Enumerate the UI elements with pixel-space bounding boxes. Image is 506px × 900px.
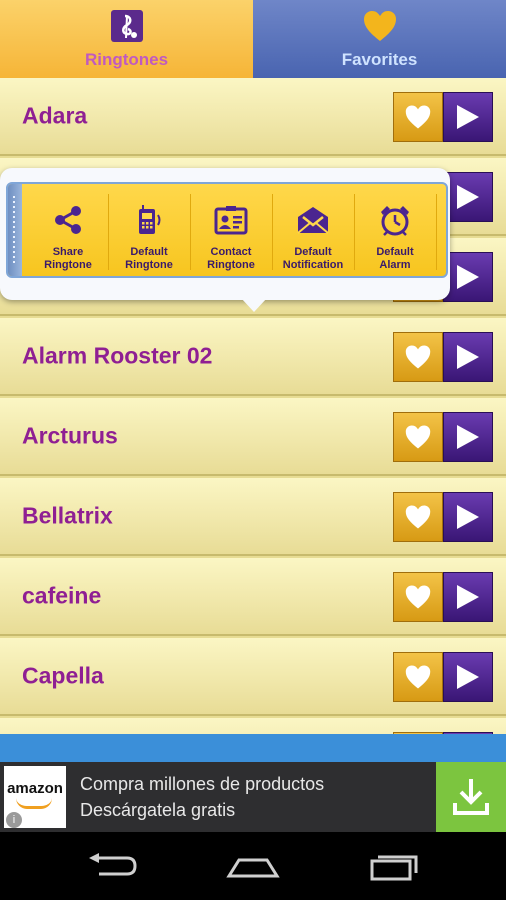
popup-pointer [241, 298, 267, 312]
recents-icon [370, 855, 418, 881]
music-note-icon [109, 8, 145, 44]
heart-icon [405, 105, 431, 129]
heart-icon [405, 505, 431, 529]
list-item[interactable] [0, 718, 506, 734]
tab-favorites[interactable]: Favorites [253, 0, 506, 78]
list-item[interactable]: Bellatrix [0, 478, 506, 556]
play-button[interactable] [443, 412, 493, 462]
favorite-button[interactable] [393, 572, 443, 622]
list-item[interactable]: Capella [0, 638, 506, 716]
play-icon [457, 265, 479, 289]
list-item[interactable]: cafeine [0, 558, 506, 636]
play-button[interactable] [443, 492, 493, 542]
play-button[interactable] [443, 172, 493, 222]
heart-icon [405, 345, 431, 369]
amazon-smile [16, 798, 52, 809]
list-item[interactable]: Arcturus [0, 398, 506, 476]
play-icon [457, 425, 479, 449]
action-label-line2: Notification [282, 259, 344, 271]
ringtone-title: Alarm Rooster 02 [22, 342, 213, 369]
share-icon [51, 204, 85, 236]
action-label-line2: Alarm [379, 259, 411, 271]
ad-banner[interactable]: amazon i Compra millones de productos De… [0, 762, 506, 832]
action-label-line1: Share [52, 246, 84, 258]
ad-subline: Descárgatela gratis [80, 800, 236, 820]
ringtone-title: Bellatrix [22, 502, 113, 529]
scroll-handle[interactable] [8, 184, 22, 276]
action-label-line1: Default [130, 246, 168, 258]
ringtone-title: cafeine [22, 582, 102, 609]
favorite-button[interactable] [393, 652, 443, 702]
action-label-line2: Ringtone [44, 259, 92, 271]
alarm-clock-icon [378, 204, 412, 236]
list-item[interactable]: Adara [0, 78, 506, 156]
more-action-partial[interactable] [437, 184, 446, 276]
download-icon [453, 779, 489, 815]
heart-icon [362, 8, 398, 44]
ad-headline: Compra millones de productos [80, 774, 325, 794]
favorite-button[interactable] [393, 332, 443, 382]
play-icon [457, 345, 479, 369]
phone-icon [132, 204, 166, 236]
default-notification-action[interactable]: Default Notification [273, 184, 353, 276]
action-label-line2: Ringtone [125, 259, 173, 271]
action-label-line1: Contact [210, 246, 252, 258]
home-button[interactable] [223, 846, 283, 886]
play-icon [457, 185, 479, 209]
default-alarm-action[interactable]: Default Alarm [355, 184, 435, 276]
action-label-line2: Ringtone [207, 259, 255, 271]
recents-button[interactable] [364, 846, 424, 886]
play-button[interactable] [443, 652, 493, 702]
tab-ringtones-label: Ringtones [84, 50, 169, 69]
info-icon[interactable]: i [6, 812, 22, 828]
share-ringtone-action[interactable]: Share Ringtone [28, 184, 108, 276]
system-nav-bar [0, 832, 506, 900]
play-icon [457, 585, 479, 609]
default-ringtone-action[interactable]: Default Ringtone [109, 184, 189, 276]
quick-action-popup: Share Ringtone Default Ringtone Contact Rin… [0, 168, 450, 312]
contact-card-icon [214, 204, 248, 236]
tab-ringtones[interactable]: Ringtones [0, 0, 253, 78]
list-item[interactable]: Alarm Rooster 02 [0, 318, 506, 396]
heart-icon [405, 665, 431, 689]
favorite-button[interactable] [393, 492, 443, 542]
home-icon [226, 858, 280, 878]
play-icon [457, 665, 479, 689]
play-button[interactable] [443, 572, 493, 622]
ad-banner-top-strip [0, 734, 506, 762]
favorite-button[interactable] [393, 92, 443, 142]
back-icon [89, 853, 137, 876]
ringtone-title: Arcturus [22, 422, 118, 449]
download-button[interactable] [436, 762, 506, 832]
ad-brand: amazon [7, 780, 63, 797]
heart-icon [405, 425, 431, 449]
play-button[interactable] [443, 252, 493, 302]
envelope-icon [296, 204, 330, 236]
play-button[interactable] [443, 332, 493, 382]
action-label-line1: Default [376, 246, 414, 258]
favorite-button[interactable] [393, 412, 443, 462]
contact-ringtone-action[interactable]: Contact Ringtone [191, 184, 271, 276]
play-icon [457, 105, 479, 129]
play-button[interactable] [443, 92, 493, 142]
heart-icon [405, 585, 431, 609]
action-label-line1: Default [294, 246, 332, 258]
tab-bar: Ringtones Favorites [0, 0, 506, 78]
ringtone-title: Adara [22, 102, 88, 129]
back-button[interactable] [82, 846, 142, 886]
action-bar: Share Ringtone Default Ringtone Contact Rin… [6, 182, 448, 278]
tab-favorites-label: Favorites [341, 50, 418, 69]
play-icon [457, 505, 479, 529]
ringtone-title: Capella [22, 662, 104, 689]
